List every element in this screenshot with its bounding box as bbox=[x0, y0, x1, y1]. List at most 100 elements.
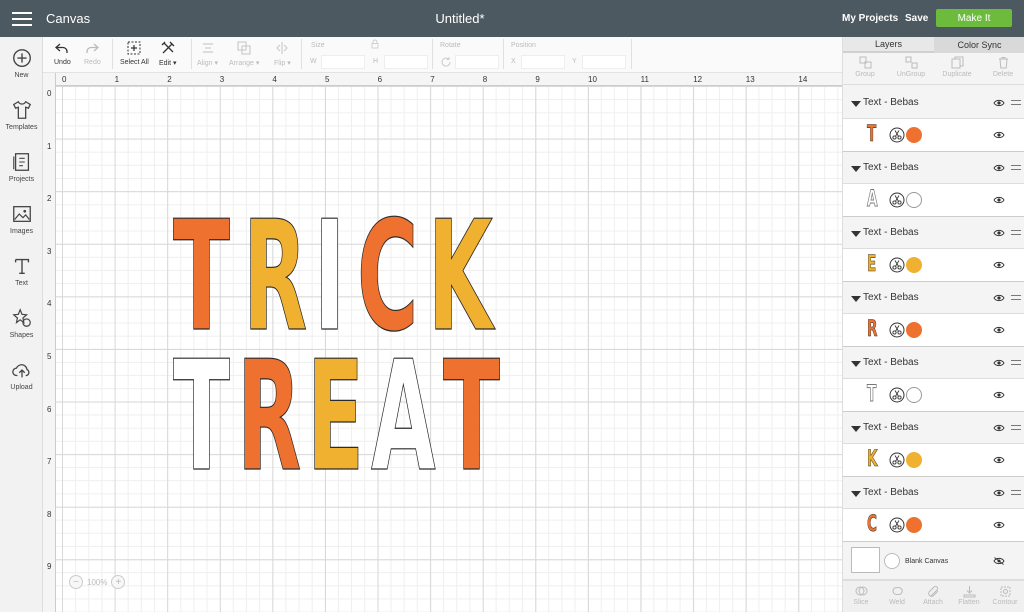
height-input[interactable] bbox=[384, 55, 428, 69]
layer-item[interactable]: T bbox=[843, 119, 1024, 151]
cut-icon[interactable] bbox=[889, 192, 905, 208]
eye-icon[interactable] bbox=[993, 261, 1005, 269]
cut-icon[interactable] bbox=[889, 322, 905, 338]
slice-button[interactable]: Slice bbox=[843, 585, 879, 606]
canvas-letter[interactable]: A bbox=[371, 327, 437, 505]
eye-icon[interactable] bbox=[993, 196, 1005, 204]
layer-group-header[interactable]: Text - Bebas bbox=[843, 412, 1024, 444]
collapse-triangle-icon[interactable] bbox=[851, 296, 861, 302]
make-it-button[interactable]: Make It bbox=[936, 9, 1012, 27]
drag-handle-icon[interactable] bbox=[1011, 425, 1021, 430]
layer-item[interactable]: A bbox=[843, 184, 1024, 216]
design-canvas[interactable]: 0 1 2 3 4 5 6 7 8 9 10 11 12 13 14 0123456789 TRICKTRE… bbox=[43, 73, 842, 612]
layer-group-header[interactable]: Text - Bebas bbox=[843, 282, 1024, 314]
eye-hidden-icon[interactable] bbox=[993, 557, 1005, 565]
layer-color-swatch[interactable] bbox=[906, 192, 922, 208]
sidebar-item-text[interactable]: Text bbox=[0, 255, 43, 301]
layer-color-swatch[interactable] bbox=[906, 322, 922, 338]
layer-group-header[interactable]: Text - Bebas bbox=[843, 217, 1024, 249]
layer-color-swatch[interactable] bbox=[906, 517, 922, 533]
drag-handle-icon[interactable] bbox=[1011, 360, 1021, 365]
layer-group-header[interactable]: Text - Bebas bbox=[843, 152, 1024, 184]
canvas-letter[interactable]: T bbox=[443, 327, 501, 505]
eye-icon[interactable] bbox=[993, 391, 1005, 399]
y-position-input[interactable] bbox=[582, 55, 626, 69]
canvas-letter[interactable]: R bbox=[237, 327, 302, 505]
eye-icon[interactable] bbox=[993, 131, 1005, 139]
drag-handle-icon[interactable] bbox=[1011, 100, 1021, 105]
my-projects-link[interactable]: My Projects bbox=[842, 13, 898, 24]
group-button[interactable]: Group bbox=[843, 56, 887, 78]
layer-group-header[interactable]: Text - Bebas bbox=[843, 477, 1024, 509]
flatten-button[interactable]: Flatten bbox=[951, 585, 987, 606]
drag-handle-icon[interactable] bbox=[1011, 490, 1021, 495]
cut-icon[interactable] bbox=[889, 517, 905, 533]
layer-item[interactable]: R bbox=[843, 314, 1024, 346]
save-button[interactable]: Save bbox=[905, 13, 928, 24]
eye-icon[interactable] bbox=[993, 164, 1005, 172]
redo-button[interactable]: Redo bbox=[84, 40, 101, 66]
layer-group-header[interactable]: Text - Bebas bbox=[843, 87, 1024, 119]
canvas-letter[interactable]: T bbox=[173, 327, 231, 505]
sidebar-item-shapes[interactable]: Shapes bbox=[0, 307, 43, 353]
align-button[interactable]: Align ▾ bbox=[197, 40, 218, 67]
layer-item[interactable]: T bbox=[843, 379, 1024, 411]
drag-handle-icon[interactable] bbox=[1011, 165, 1021, 170]
layer-item[interactable]: E bbox=[843, 249, 1024, 281]
collapse-triangle-icon[interactable] bbox=[851, 426, 861, 432]
eye-icon[interactable] bbox=[993, 521, 1005, 529]
collapse-triangle-icon[interactable] bbox=[851, 361, 861, 367]
width-input[interactable] bbox=[321, 55, 365, 69]
duplicate-button[interactable]: Duplicate bbox=[935, 56, 979, 78]
sidebar-item-upload[interactable]: Upload bbox=[0, 359, 43, 405]
delete-button[interactable]: Delete bbox=[981, 56, 1024, 78]
cut-icon[interactable] bbox=[889, 127, 905, 143]
canvas-color-swatch[interactable] bbox=[884, 553, 900, 569]
attach-button[interactable]: Attach bbox=[915, 585, 951, 606]
layer-item[interactable]: K bbox=[843, 444, 1024, 476]
layer-color-swatch[interactable] bbox=[906, 127, 922, 143]
cut-icon[interactable] bbox=[889, 387, 905, 403]
zoom-out-button[interactable]: − bbox=[69, 575, 83, 589]
drag-handle-icon[interactable] bbox=[1011, 295, 1021, 300]
canvas-letter[interactable]: E bbox=[307, 327, 365, 505]
cut-icon[interactable] bbox=[889, 452, 905, 468]
x-position-input[interactable] bbox=[521, 55, 565, 69]
sidebar-item-templates[interactable]: Templates bbox=[0, 99, 43, 145]
sidebar-item-projects[interactable]: Projects bbox=[0, 151, 43, 197]
sidebar-item-images[interactable]: Images bbox=[0, 203, 43, 249]
eye-icon[interactable] bbox=[993, 294, 1005, 302]
eye-icon[interactable] bbox=[993, 99, 1005, 107]
tab-color-sync[interactable]: Color Sync bbox=[934, 37, 1024, 53]
layer-color-swatch[interactable] bbox=[906, 387, 922, 403]
collapse-triangle-icon[interactable] bbox=[851, 231, 861, 237]
rotate-input[interactable] bbox=[455, 55, 499, 69]
cut-icon[interactable] bbox=[889, 257, 905, 273]
arrange-button[interactable]: Arrange ▾ bbox=[229, 40, 259, 67]
collapse-triangle-icon[interactable] bbox=[851, 166, 861, 172]
layer-color-swatch[interactable] bbox=[906, 257, 922, 273]
ungroup-button[interactable]: UnGroup bbox=[889, 56, 933, 78]
eye-icon[interactable] bbox=[993, 359, 1005, 367]
eye-icon[interactable] bbox=[993, 326, 1005, 334]
blank-canvas-thumbnail[interactable] bbox=[851, 547, 880, 573]
tab-layers[interactable]: Layers bbox=[843, 37, 934, 53]
eye-icon[interactable] bbox=[993, 229, 1005, 237]
undo-button[interactable]: Undo bbox=[54, 40, 71, 66]
collapse-triangle-icon[interactable] bbox=[851, 101, 861, 107]
contour-button[interactable]: Contour bbox=[987, 585, 1023, 606]
flip-button[interactable]: Flip ▾ bbox=[274, 40, 291, 67]
layer-item[interactable]: C bbox=[843, 509, 1024, 541]
zoom-in-button[interactable]: + bbox=[111, 575, 126, 589]
layer-color-swatch[interactable] bbox=[906, 452, 922, 468]
collapse-triangle-icon[interactable] bbox=[851, 491, 861, 497]
drag-handle-icon[interactable] bbox=[1011, 230, 1021, 235]
lock-icon[interactable] bbox=[370, 39, 380, 49]
sidebar-item-new[interactable]: New bbox=[0, 47, 43, 93]
eye-icon[interactable] bbox=[993, 424, 1005, 432]
document-title[interactable]: Untitled* bbox=[0, 11, 920, 26]
select-all-button[interactable]: Select All bbox=[120, 40, 149, 66]
eye-icon[interactable] bbox=[993, 489, 1005, 497]
weld-button[interactable]: Weld bbox=[879, 585, 915, 606]
eye-icon[interactable] bbox=[993, 456, 1005, 464]
